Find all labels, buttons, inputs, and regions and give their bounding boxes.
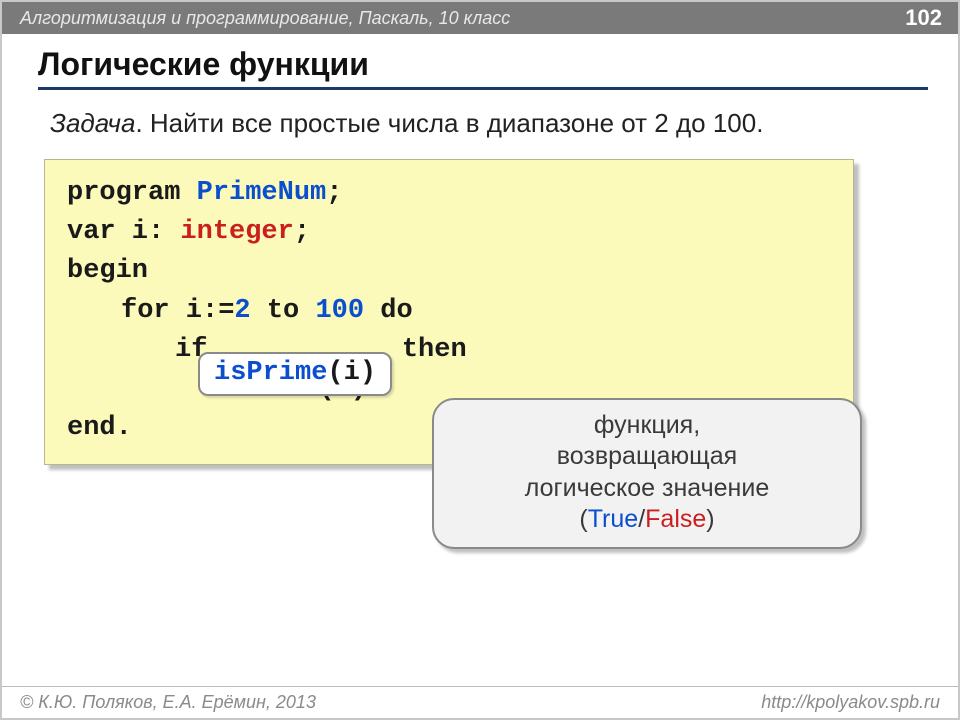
- bubble-paren: ): [706, 505, 714, 533]
- code-line-4: for i:=2 to 100 do: [67, 292, 831, 331]
- copyright: © К.Ю. Поляков, Е.А. Ерёмин, 2013: [20, 692, 316, 713]
- slide: Алгоритмизация и программирование, Паска…: [0, 0, 960, 720]
- code-line-3: begin: [67, 252, 831, 291]
- header-bar: Алгоритмизация и программирование, Паска…: [2, 2, 958, 34]
- code-line-2: var i: integer;: [67, 213, 831, 252]
- footer-url: http://kpolyakov.spb.ru: [761, 692, 940, 713]
- title-rule: [38, 87, 928, 90]
- bubble-line-2: возвращающая: [454, 441, 840, 472]
- code-number: 100: [315, 296, 364, 326]
- explanation-bubble: функция, возвращающая логическое значени…: [432, 398, 862, 549]
- callout-args: (i): [327, 358, 376, 388]
- task-body: . Найти все простые числа в диапазоне от…: [135, 108, 763, 138]
- code-text: then: [386, 335, 467, 365]
- bubble-true: True: [588, 505, 638, 533]
- page-title: Логические функции: [38, 46, 958, 83]
- bubble-paren: (: [579, 505, 587, 533]
- bubble-false: False: [645, 505, 706, 533]
- bubble-line-3: логическое значение: [454, 473, 840, 504]
- code-text: for i:=: [121, 296, 234, 326]
- bubble-line-1: функция,: [454, 410, 840, 441]
- code-text: ;: [294, 217, 310, 247]
- footer-bar: © К.Ю. Поляков, Е.А. Ерёмин, 2013 http:/…: [2, 686, 958, 718]
- code-line-5: if isPrime(i) then: [67, 331, 831, 370]
- callout-func: isPrime: [214, 358, 327, 388]
- code-text: to: [251, 296, 316, 326]
- code-line-1: program PrimeNum;: [67, 174, 831, 213]
- course-label: Алгоритмизация и программирование, Паска…: [20, 8, 510, 29]
- code-text: var i:: [67, 217, 180, 247]
- code-text: ;: [326, 178, 342, 208]
- code-ident: PrimeNum: [197, 178, 327, 208]
- task-label: Задача: [50, 108, 135, 138]
- code-text: do: [364, 296, 413, 326]
- code-type: integer: [180, 217, 293, 247]
- code-number: 2: [234, 296, 250, 326]
- page-number: 102: [905, 5, 942, 31]
- code-text: program: [67, 178, 197, 208]
- isprime-callout: isPrime(i): [198, 352, 392, 396]
- bubble-line-4: (True/False): [454, 504, 840, 535]
- task-text: Задача. Найти все простые числа в диапаз…: [50, 106, 922, 141]
